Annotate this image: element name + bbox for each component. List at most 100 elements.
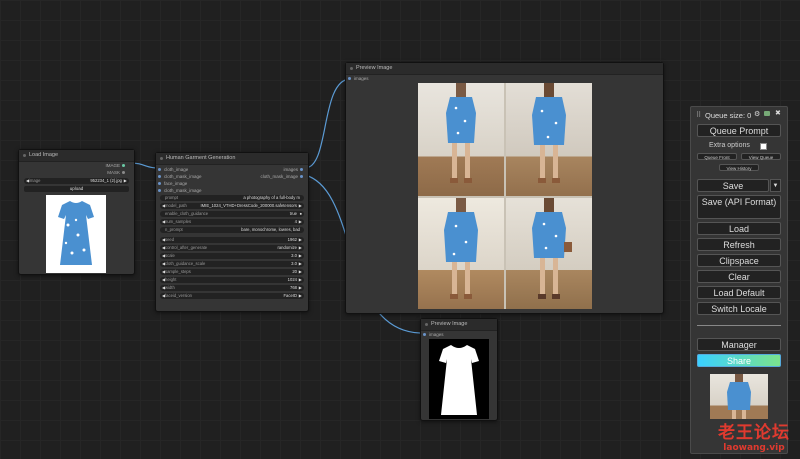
queue-prompt-button[interactable]: Queue Prompt	[697, 124, 781, 137]
input-cloth-image[interactable]: cloth_image	[156, 166, 188, 173]
load-default-button[interactable]: Load Default	[697, 286, 781, 299]
gear-icon[interactable]: ⚙	[754, 110, 760, 118]
dress-mask-shape	[439, 345, 479, 415]
output-label: cloth_mask_image	[260, 174, 298, 179]
arrow-right-icon[interactable]: ▶	[299, 245, 302, 251]
input-face-image[interactable]: face_image	[156, 180, 187, 187]
preview1-title: Preview Image	[346, 63, 663, 75]
input-label: cloth_mask_image	[164, 188, 202, 193]
output-image[interactable]: IMAGE	[105, 162, 128, 169]
widget-height[interactable]: ◀ height 1024 ▶	[160, 277, 304, 283]
model-figure	[532, 83, 566, 183]
widget-label: sample_steps	[165, 269, 191, 274]
widget-width[interactable]: ◀ width 768 ▶	[160, 285, 304, 291]
widget-value: 4	[294, 219, 297, 224]
input-cloth-mask-image[interactable]: cloth_mask_image	[156, 173, 202, 180]
queue-size-label: Queue size: 0	[705, 111, 752, 120]
side-menu[interactable]: ⠿ Queue size: 0 ⚙ ✖ Queue Prompt Extra o…	[690, 106, 788, 454]
generated-image-4[interactable]	[506, 198, 592, 309]
widget-model-path[interactable]: ◀ model_path IMIE_1024_VTHD+DressCode_2000…	[160, 203, 304, 209]
link-garment-to-preview1	[304, 78, 351, 169]
widget-label: scale	[165, 253, 175, 258]
input-cloth-mask-image-2[interactable]: cloth_mask_image	[156, 187, 202, 194]
arrow-right-icon[interactable]: ▶	[299, 253, 302, 259]
drag-handle-icon[interactable]: ⠿	[696, 111, 701, 119]
save-dropdown-icon[interactable]: ▼	[770, 179, 781, 192]
extra-options-checkbox[interactable]	[760, 143, 767, 150]
upload-button[interactable]: upload	[24, 186, 129, 192]
widget-value: 1962	[287, 237, 297, 242]
input-label: images	[354, 76, 369, 81]
model-figure	[532, 198, 572, 299]
widget-value: FaceID	[283, 293, 298, 298]
arrow-right-icon[interactable]: ▶	[124, 178, 127, 184]
generated-image-1[interactable]	[418, 83, 504, 196]
arrow-right-icon[interactable]: ▶	[299, 269, 302, 275]
history-icon[interactable]	[764, 111, 770, 116]
arrow-right-icon[interactable]: ▶	[299, 261, 302, 267]
preview2-input-images[interactable]: images	[421, 331, 444, 338]
image-select-label: image	[29, 178, 41, 183]
widget-cloth-guidance-scale[interactable]: ◀ cloth_guidance_scale 3.0 ▶	[160, 261, 304, 267]
model-figure	[444, 198, 478, 299]
share-button[interactable]: Share	[697, 354, 781, 367]
widget-label: faceid_version	[165, 293, 193, 298]
output-mask[interactable]: MASK	[107, 169, 128, 176]
widget-n-prompt[interactable]: n_prompt bare, monochrome, lowres, bad	[160, 227, 304, 233]
widget-value: 1024	[287, 277, 297, 282]
widget-value: true	[289, 211, 297, 216]
manager-button[interactable]: Manager	[697, 338, 781, 351]
view-history-button[interactable]: View History	[719, 164, 759, 171]
arrow-right-icon[interactable]: ▶	[299, 277, 302, 283]
clear-button[interactable]: Clear	[697, 270, 781, 283]
generated-image-2[interactable]	[506, 83, 592, 196]
watermark-url: laowang.vip	[723, 443, 785, 453]
generated-image-3[interactable]	[418, 198, 504, 309]
widget-prompt[interactable]: prompt a photography of a full-body m	[160, 195, 304, 201]
widget-seed[interactable]: ◀ seed 1962 ▶	[160, 237, 304, 243]
arrow-right-icon[interactable]: ▶	[299, 203, 302, 209]
preview-image-node-1[interactable]: Preview Image images	[345, 62, 664, 314]
widget-scale[interactable]: ◀ scale 3.0 ▶	[160, 253, 304, 259]
refresh-button[interactable]: Refresh	[697, 238, 781, 251]
toggle-icon[interactable]: ●	[299, 211, 302, 217]
save-api-button[interactable]: Save (API Format)	[697, 195, 781, 219]
widget-sample-steps[interactable]: ◀ sample_steps 20 ▶	[160, 269, 304, 275]
output-label: images	[283, 167, 298, 172]
preview-image-node-2[interactable]: Preview Image images	[420, 318, 498, 421]
garment-node[interactable]: Human Garment Generation cloth_image clo…	[155, 152, 309, 312]
image-select[interactable]: ◀ image 952234_1 (2).jpg ▶	[24, 178, 129, 184]
widget-enable-cloth-guidance[interactable]: enable_cloth_guidance true ●	[160, 211, 304, 217]
widget-control-after-generate[interactable]: ◀ control_after_generate randomize ▶	[160, 245, 304, 251]
widget-faceid-version[interactable]: ◀ faceid_version FaceID ▶	[160, 293, 304, 299]
widget-value: IMIE_1024_VTHD+DressCode_200000.safetens…	[200, 203, 297, 208]
watermark-title: 老王论坛	[718, 423, 790, 443]
output-image-label: IMAGE	[105, 163, 120, 168]
output-images[interactable]: images	[283, 166, 306, 173]
arrow-right-icon[interactable]: ▶	[299, 237, 302, 243]
mask-image[interactable]	[429, 339, 489, 419]
arrow-right-icon[interactable]: ▶	[299, 219, 302, 225]
save-button[interactable]: Save	[697, 179, 769, 192]
widget-label: n_prompt	[165, 227, 183, 232]
load-button[interactable]: Load	[697, 222, 781, 235]
load-image-node[interactable]: Load Image IMAGE MASK ◀ image 952234_1 (…	[18, 149, 135, 275]
view-queue-button[interactable]: View Queue	[741, 153, 781, 160]
queue-front-button[interactable]: Queue Front	[697, 153, 737, 160]
widget-num-samples[interactable]: ◀ num_samples 4 ▶	[160, 219, 304, 225]
clipspace-button[interactable]: Clipspace	[697, 254, 781, 267]
thumbnail-figure	[727, 374, 751, 419]
output-cloth-mask-image[interactable]: cloth_mask_image	[260, 173, 306, 180]
arrow-right-icon[interactable]: ▶	[299, 285, 302, 291]
widget-label: enable_cloth_guidance	[165, 211, 209, 216]
extra-options-label: Extra options	[709, 142, 750, 149]
widget-value: a photography of a full-body m	[243, 195, 300, 200]
image-select-value: 952234_1 (2).jpg	[90, 178, 122, 183]
widget-label: prompt	[165, 195, 179, 200]
widget-value: 768	[290, 285, 297, 290]
close-icon[interactable]: ✖	[775, 109, 781, 117]
switch-locale-button[interactable]: Switch Locale	[697, 302, 781, 315]
arrow-right-icon[interactable]: ▶	[299, 293, 302, 299]
widget-label: num_samples	[165, 219, 192, 224]
preview1-input-images[interactable]: images	[346, 75, 369, 82]
